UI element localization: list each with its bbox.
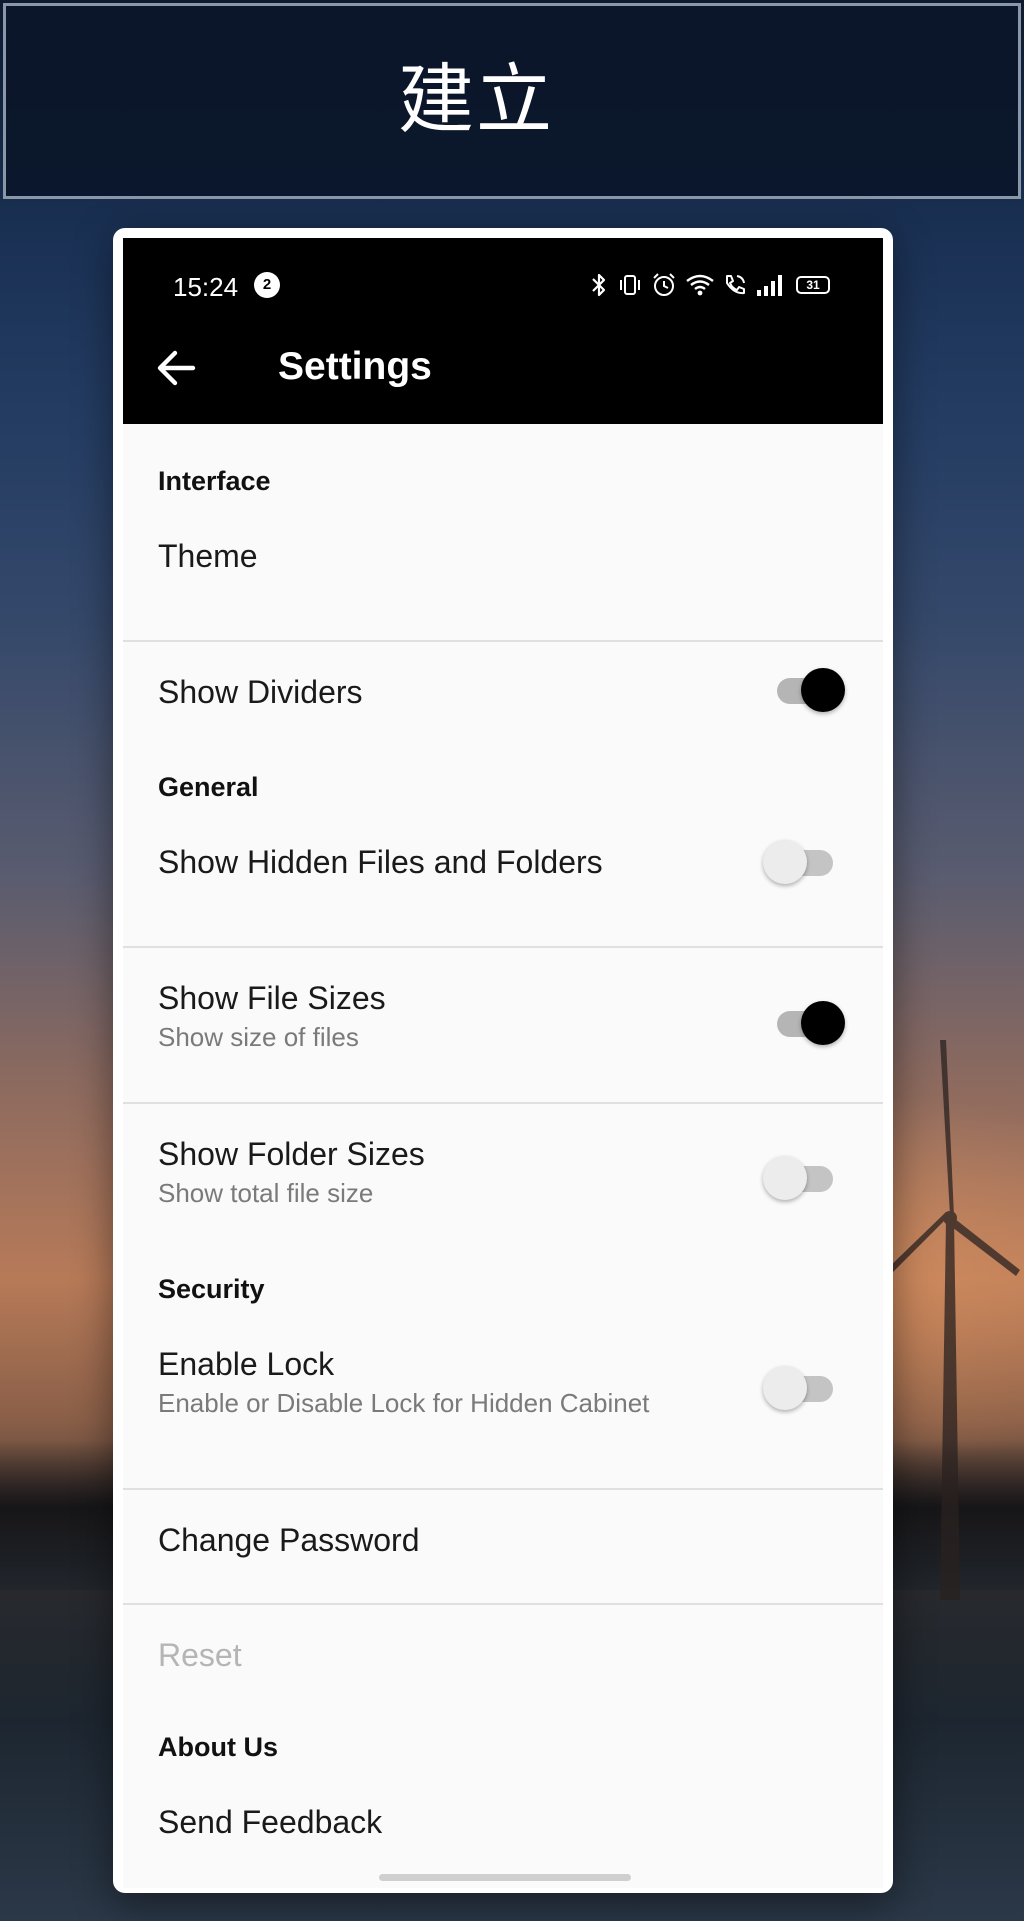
- show-dividers-toggle[interactable]: [773, 668, 845, 712]
- enable-lock-setting[interactable]: Enable Lock Enable or Disable Lock for H…: [123, 1322, 883, 1482]
- section-header-interface: Interface: [158, 466, 271, 496]
- theme-label: Theme: [158, 538, 258, 574]
- show-file-sizes-summary: Show size of files: [158, 1022, 359, 1052]
- battery-icon: 31: [796, 276, 830, 294]
- toggle-knob: [801, 1001, 845, 1045]
- change-password-setting[interactable]: Change Password: [123, 1490, 883, 1603]
- enable-lock-summary: Enable or Disable Lock for Hidden Cabine…: [158, 1388, 650, 1418]
- show-file-sizes-label: Show File Sizes: [158, 980, 386, 1016]
- settings-screen: 15:24 2 31 Settings Interface Theme Show…: [123, 238, 883, 1888]
- show-hidden-files-toggle[interactable]: [763, 840, 845, 884]
- reset-setting[interactable]: Reset: [123, 1605, 883, 1717]
- show-dividers-label: Show Dividers: [158, 674, 363, 710]
- status-time: 15:24: [173, 272, 239, 302]
- enable-lock-toggle[interactable]: [763, 1366, 845, 1410]
- show-file-sizes-setting[interactable]: Show File Sizes Show size of files: [123, 948, 883, 1102]
- theme-setting[interactable]: Theme: [123, 518, 883, 638]
- signal-icon: [757, 275, 782, 296]
- show-hidden-files-setting[interactable]: Show Hidden Files and Folders: [123, 824, 883, 944]
- bluetooth-icon: [592, 273, 606, 297]
- wind-turbine-silhouette: [886, 1040, 1020, 1600]
- home-indicator[interactable]: [379, 1874, 631, 1881]
- send-feedback-label: Send Feedback: [158, 1804, 383, 1840]
- app-bar: 15:24 2 31 Settings: [123, 238, 883, 424]
- show-file-sizes-toggle[interactable]: [773, 1001, 845, 1045]
- reset-label: Reset: [158, 1637, 242, 1673]
- toggle-knob: [763, 840, 807, 884]
- call-icon: [726, 275, 745, 295]
- toggle-knob: [801, 668, 845, 712]
- show-folder-sizes-label: Show Folder Sizes: [158, 1136, 425, 1172]
- show-dividers-setting[interactable]: Show Dividers: [123, 642, 883, 758]
- phone-frame: 15:24 2 31 Settings Interface Theme Show…: [113, 228, 893, 1893]
- toggle-knob: [763, 1156, 807, 1200]
- arrow-left-icon: [157, 350, 196, 386]
- vibrate-icon: [620, 275, 640, 295]
- show-hidden-files-label: Show Hidden Files and Folders: [158, 844, 603, 880]
- page-title: Settings: [278, 345, 432, 388]
- section-header-about: About Us: [158, 1732, 278, 1762]
- back-button[interactable]: [149, 340, 205, 396]
- change-password-label: Change Password: [158, 1522, 420, 1558]
- section-header-general: General: [158, 772, 259, 802]
- wifi-icon: [686, 274, 714, 296]
- section-header-security: Security: [158, 1274, 265, 1304]
- alarm-icon: [653, 273, 675, 296]
- status-icons: 31: [588, 270, 830, 300]
- toggle-knob: [763, 1366, 807, 1410]
- enable-lock-label: Enable Lock: [158, 1346, 335, 1382]
- notification-badge: 2: [254, 272, 280, 298]
- banner: 建立: [3, 3, 1021, 199]
- banner-title: 建立: [398, 55, 554, 144]
- show-folder-sizes-summary: Show total file size: [158, 1178, 374, 1208]
- show-folder-sizes-toggle[interactable]: [763, 1156, 845, 1200]
- show-folder-sizes-setting[interactable]: Show Folder Sizes Show total file size: [123, 1104, 883, 1258]
- send-feedback-setting[interactable]: Send Feedback: [123, 1784, 883, 1874]
